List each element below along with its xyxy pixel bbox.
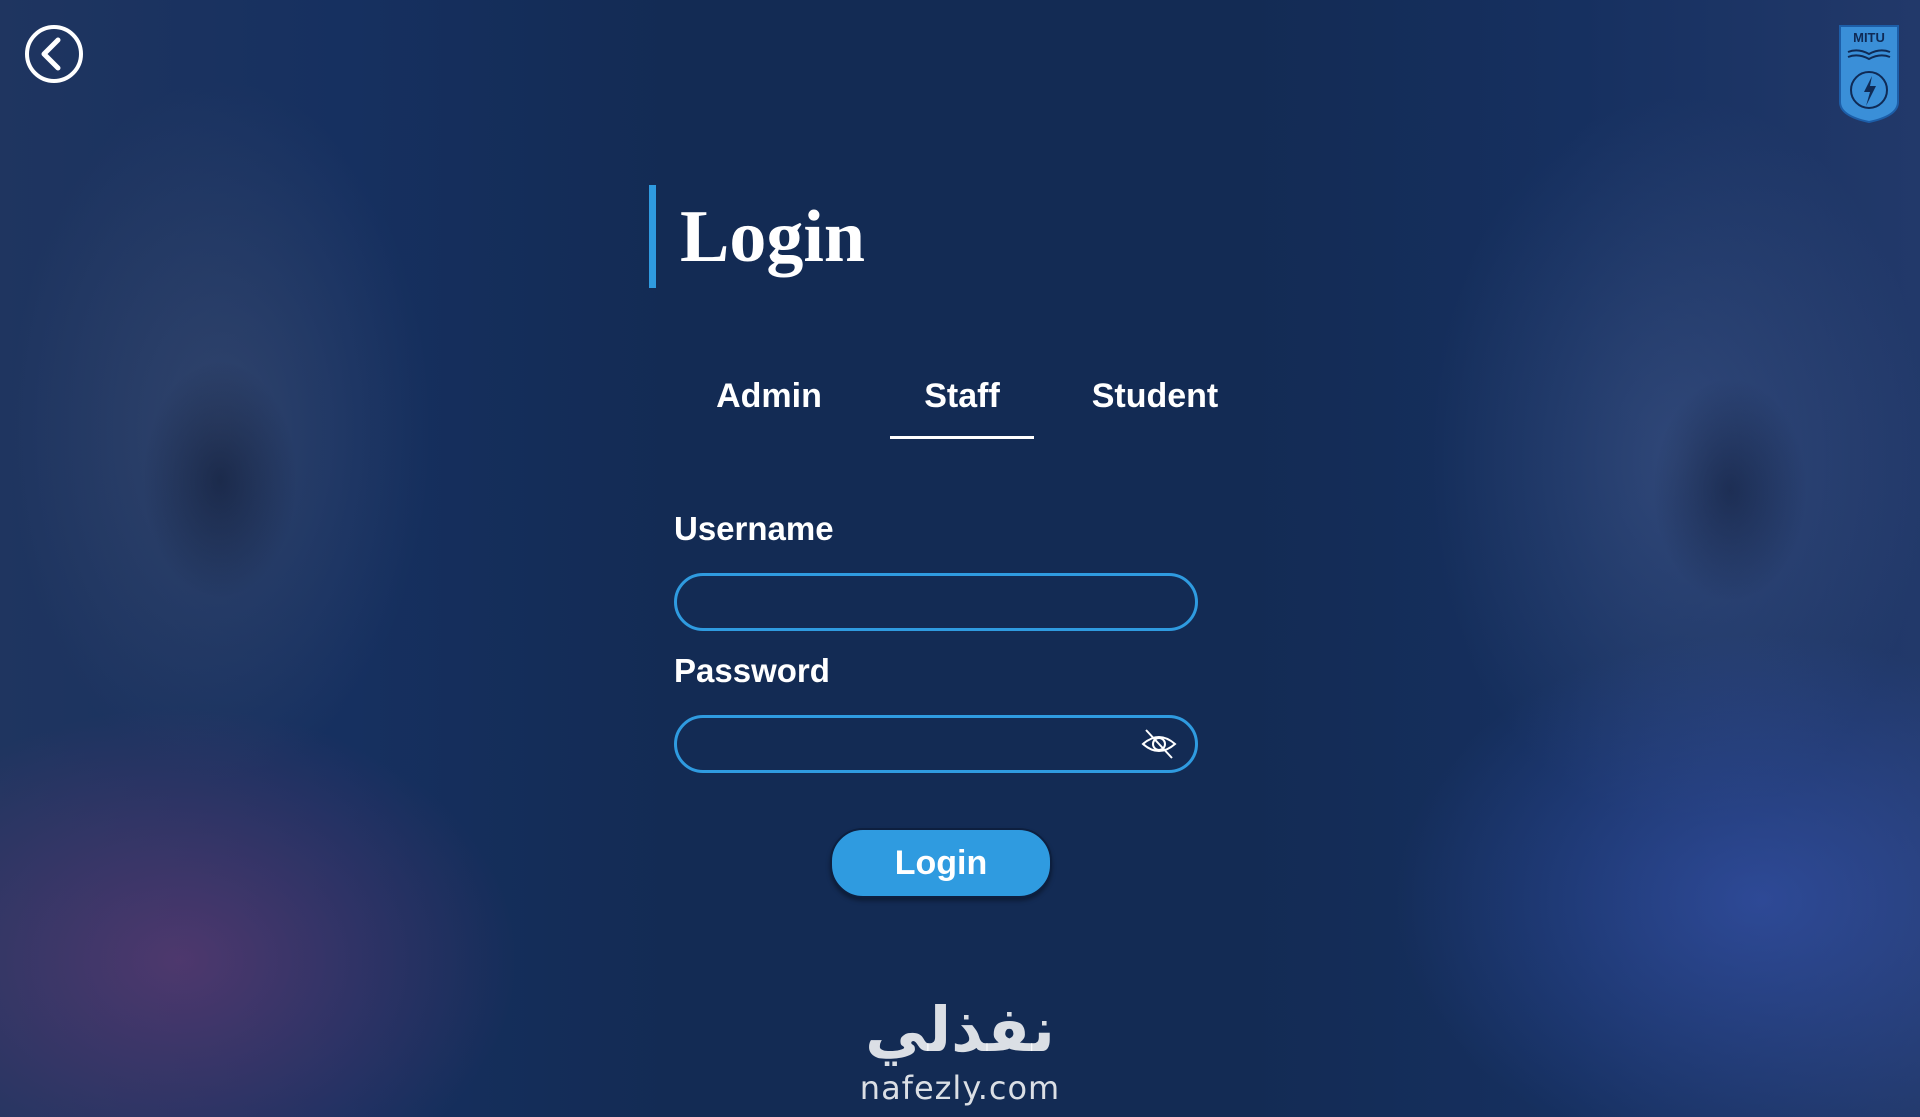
chevron-left-circle-icon — [25, 25, 83, 83]
background-figure-left — [90, 280, 350, 660]
page-title-block: Login — [649, 185, 865, 288]
password-label: Password — [674, 652, 830, 689]
tab-student[interactable]: Student — [1070, 370, 1240, 436]
password-input[interactable] — [677, 718, 1161, 770]
tab-admin[interactable]: Admin — [690, 370, 848, 436]
watermark-arabic: نفذلي — [865, 993, 1055, 1066]
eye-slash-icon — [1141, 729, 1177, 759]
back-button[interactable] — [24, 24, 84, 84]
username-label: Username — [674, 510, 834, 547]
login-button[interactable]: Login — [830, 828, 1052, 898]
username-field-wrapper — [674, 573, 1198, 631]
tab-staff[interactable]: Staff — [890, 370, 1034, 439]
watermark-latin: nafezly.com — [859, 1069, 1061, 1107]
watermark: نفذلي nafezly.com — [830, 990, 1090, 1106]
page-title: Login — [680, 195, 866, 278]
background-figure-right — [1600, 300, 1860, 660]
role-tabs: Admin Staff Student — [690, 370, 1250, 440]
logo-text: MITU — [1853, 30, 1885, 45]
username-input[interactable] — [677, 576, 1161, 628]
password-visibility-toggle[interactable] — [1141, 728, 1177, 760]
password-field-wrapper — [674, 715, 1198, 773]
university-logo: MITU — [1838, 24, 1900, 124]
